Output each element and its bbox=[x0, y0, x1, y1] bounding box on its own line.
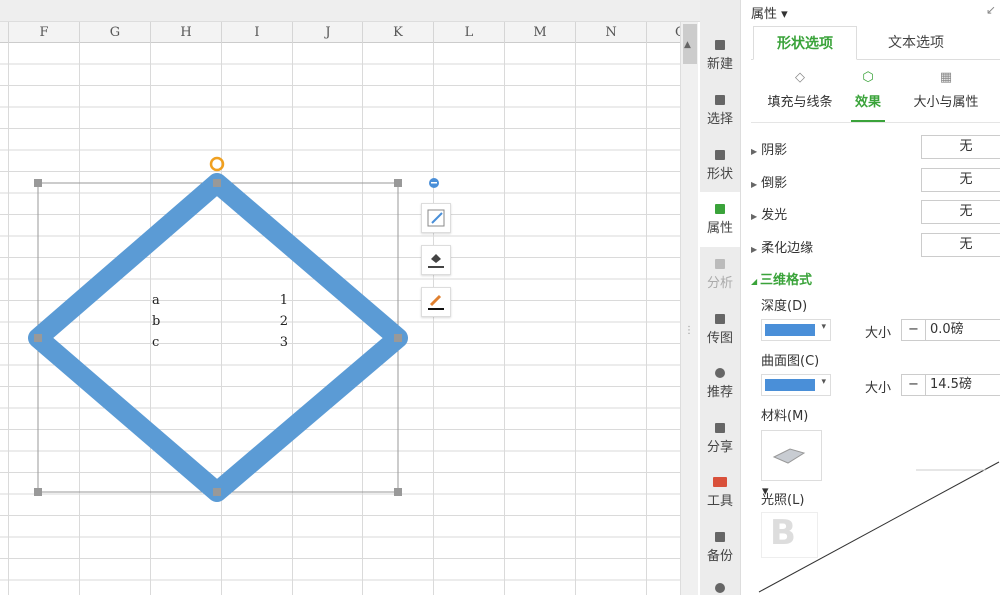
contour-label: 曲面图(C) bbox=[761, 354, 820, 369]
pen-style-icon bbox=[427, 209, 445, 227]
depth-size-input[interactable]: 0.0磅 bbox=[926, 320, 964, 340]
sidebar-item-shape[interactable]: 形状 bbox=[700, 138, 740, 193]
bulb-icon bbox=[715, 368, 725, 378]
analyze-icon bbox=[715, 259, 725, 269]
sidebar-item-properties[interactable]: 属性 bbox=[700, 192, 740, 247]
effect-glow[interactable]: ▶ 发光 bbox=[751, 204, 787, 223]
tab-text-options[interactable]: 文本选项 bbox=[861, 26, 971, 60]
sidebar-item-recommend[interactable]: 推荐 bbox=[700, 356, 740, 411]
backup-icon bbox=[715, 532, 725, 542]
section-3d-format[interactable]: ◢ 三维格式 bbox=[751, 269, 812, 288]
scroll-up-icon[interactable]: ▲ bbox=[684, 40, 691, 50]
diamond-shape[interactable] bbox=[0, 0, 700, 595]
glow-select[interactable]: 无 bbox=[921, 200, 1000, 224]
vertical-scrollbar[interactable]: ▲ bbox=[680, 22, 698, 595]
splitter-grip-icon[interactable]: ⋮ bbox=[684, 325, 694, 336]
subtab-effects[interactable]: ⬡ 效果 bbox=[851, 70, 885, 122]
cell-value[interactable]: 1 bbox=[270, 293, 288, 308]
fill-line-icon: ◇ bbox=[795, 70, 805, 85]
sidebar-item-new[interactable]: 新建 bbox=[700, 28, 740, 83]
shape-icon bbox=[715, 150, 725, 160]
sidebar-item-upload-image[interactable]: 传图 bbox=[700, 302, 740, 357]
resize-handles bbox=[34, 179, 402, 496]
soft-edges-select[interactable]: 无 bbox=[921, 233, 1000, 257]
share-icon bbox=[715, 423, 725, 433]
sidebar-item-backup[interactable]: 备份 bbox=[700, 520, 740, 575]
select-icon bbox=[715, 95, 725, 105]
subtab-fill-line[interactable]: ◇ 填充与线条 bbox=[755, 70, 845, 110]
image-icon bbox=[715, 314, 725, 324]
pencil-icon bbox=[428, 294, 444, 310]
decrement-button[interactable]: − bbox=[902, 375, 926, 395]
size-label: 大小 bbox=[865, 326, 892, 341]
cell-value[interactable]: 2 bbox=[270, 314, 288, 329]
paint-bucket-icon bbox=[428, 254, 444, 268]
outline-button[interactable] bbox=[421, 287, 451, 317]
depth-label: 深度(D) bbox=[761, 299, 808, 314]
collapse-panel-icon[interactable]: ↙ bbox=[986, 3, 996, 17]
shape-style-button[interactable] bbox=[421, 203, 451, 233]
depth-size-stepper[interactable]: −0.0磅 bbox=[901, 319, 1000, 341]
panel-title[interactable]: 属性 ▾ bbox=[751, 3, 788, 22]
size-icon: ▦ bbox=[939, 70, 953, 85]
sidebar-item-share[interactable]: 分享 bbox=[700, 411, 740, 466]
selection-box bbox=[37, 182, 399, 493]
effect-shadow[interactable]: ▶ 阴影 bbox=[751, 139, 787, 158]
contour-size-input[interactable]: 14.5磅 bbox=[926, 375, 972, 395]
material-label: 材料(M) bbox=[761, 409, 809, 424]
right-sidebar: 新建 选择 形状 属性 分析 传图 推荐 分享 工具 备份 bbox=[700, 0, 740, 595]
rotate-handle-icon bbox=[209, 156, 225, 172]
contour-size-stepper[interactable]: −14.5磅 bbox=[901, 374, 1000, 396]
tab-shape-options[interactable]: 形状选项 bbox=[753, 26, 857, 60]
decrement-button[interactable]: − bbox=[902, 320, 926, 340]
cell-label[interactable]: c bbox=[152, 335, 159, 350]
subtab-size-properties[interactable]: ▦ 大小与属性 bbox=[909, 70, 983, 110]
effect-reflection[interactable]: ▶ 倒影 bbox=[751, 172, 787, 191]
contour-color-picker[interactable]: ▾ bbox=[761, 374, 831, 396]
help-icon bbox=[715, 583, 725, 593]
reflection-select[interactable]: 无 bbox=[921, 168, 1000, 192]
cube-icon: ⬡ bbox=[862, 70, 874, 85]
drawn-line bbox=[758, 461, 1000, 593]
size-label: 大小 bbox=[865, 381, 892, 396]
diamond-outline bbox=[28, 173, 408, 502]
sidebar-item-tools[interactable]: 工具 bbox=[700, 465, 740, 520]
effect-soft-edges[interactable]: ▶ 柔化边缘 bbox=[751, 237, 813, 256]
fill-button[interactable] bbox=[421, 245, 451, 275]
properties-panel: 属性 ▾ ↙ 形状选项 文本选项 ◇ 填充与线条 ⬡ 效果 ▦ 大小与属性 ▶ 阴影 无… bbox=[740, 0, 1000, 595]
properties-icon bbox=[715, 204, 725, 214]
help-button[interactable] bbox=[700, 575, 740, 595]
sidebar-item-select[interactable]: 选择 bbox=[700, 83, 740, 138]
cell-label[interactable]: b bbox=[152, 314, 160, 329]
depth-color-picker[interactable]: ▾ bbox=[761, 319, 831, 341]
cell-value[interactable]: 3 bbox=[270, 335, 288, 350]
toolbox-icon bbox=[713, 477, 727, 487]
new-icon bbox=[715, 40, 725, 50]
cell-label[interactable]: a bbox=[152, 293, 160, 308]
sidebar-item-analyze[interactable]: 分析 bbox=[700, 247, 740, 302]
shadow-select[interactable]: 无 bbox=[921, 135, 1000, 159]
